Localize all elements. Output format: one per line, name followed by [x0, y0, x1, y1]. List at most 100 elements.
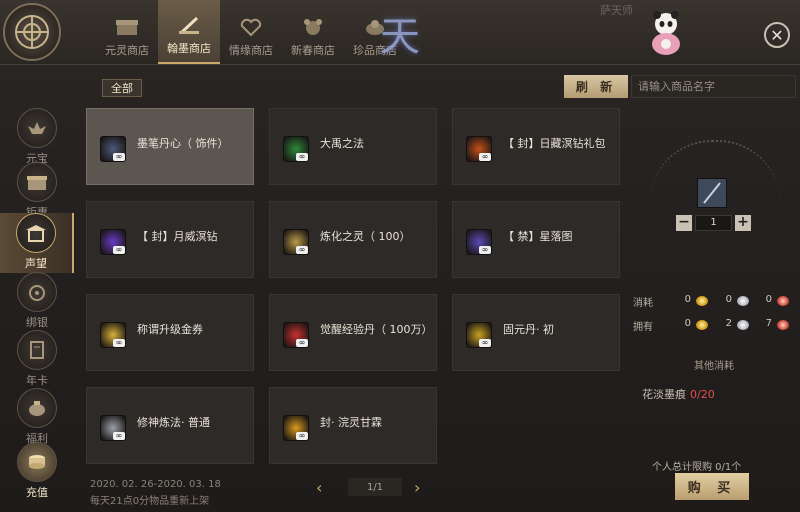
item-icon: ∞ [283, 229, 309, 255]
sidebar-item-shengwang[interactable]: 声望 [0, 213, 74, 273]
search-input[interactable] [631, 75, 796, 98]
item-name: 大禹之法 [320, 137, 364, 150]
item-icon: ∞ [466, 322, 492, 348]
item-icon: ∞ [466, 136, 492, 162]
restock-note: 每天21点0分物品重新上架 [90, 496, 210, 507]
own-red-value: 7 [765, 318, 772, 329]
tab-hanmo-shop[interactable]: 翰墨商店 [158, 0, 220, 64]
chevron-right-icon[interactable]: › [414, 478, 420, 497]
item-name: 炼化之灵（ 100） [320, 230, 411, 243]
chest-icon [114, 16, 140, 38]
silver-coin-icon [737, 296, 749, 306]
top-bar: 元灵商店 翰墨商店 情缘商店 新春商店 珍品商店 天 萨天师 ✕ [0, 0, 800, 65]
quantity-minus-button[interactable]: − [676, 215, 692, 231]
infinity-badge-icon: ∞ [296, 339, 308, 347]
infinity-badge-icon: ∞ [113, 153, 125, 161]
tab-qingyuan-shop[interactable]: 情缘商店 [220, 0, 282, 64]
mouse-icon [300, 16, 326, 38]
tab-label: 元灵商店 [105, 44, 149, 57]
red-coin-icon [777, 320, 789, 330]
bag-icon [17, 388, 57, 428]
page-indicator: 1/1 [348, 478, 402, 496]
item-card[interactable]: ∞ 【 封】月威溟钻 [86, 201, 254, 278]
item-card[interactable]: ∞ 大禹之法 [269, 108, 437, 185]
gift-box-icon [17, 162, 57, 202]
item-icon: ∞ [283, 322, 309, 348]
filter-all-button[interactable]: 全部 [102, 79, 142, 97]
item-name: 称谓升级金券 [137, 323, 203, 336]
consume-gold-value: 0 [684, 294, 691, 305]
quantity-stepper[interactable]: 1 [695, 215, 732, 231]
item-card[interactable]: ∞ 修神炼法· 普通 [86, 387, 254, 464]
item-card[interactable]: ∞ 封· 浣灵甘霖 [269, 387, 437, 464]
sidebar-item-label: 充值 [26, 486, 48, 499]
item-card[interactable]: ∞ 炼化之灵（ 100） [269, 201, 437, 278]
item-grid: ∞ 墨笔丹心（ 饰件） ∞ 大禹之法 ∞ 【 封】日藏溟钻礼包 ∞ 【 封】月威… [86, 108, 626, 470]
item-name: 【 封】月威溟钻 [137, 230, 218, 243]
item-card[interactable]: ∞ 称谓升级金券 [86, 294, 254, 371]
emblem-icon [15, 15, 49, 49]
pagination: ‹ 1/1 › [310, 476, 440, 498]
sidebar-item-chongzhi[interactable]: 充值 [4, 442, 70, 502]
sidebar-item-label: 年卡 [26, 374, 48, 387]
panda-mascot-icon [652, 11, 680, 55]
item-name: 固元丹· 初 [503, 323, 554, 336]
tab-label: 情缘商店 [229, 44, 273, 57]
tab-label: 翰墨商店 [167, 42, 211, 55]
consume-silver-value: 0 [725, 294, 732, 305]
infinity-badge-icon: ∞ [113, 246, 125, 254]
tab-xinchun-shop[interactable]: 新春商店 [282, 0, 344, 64]
game-title-art: 天 [380, 14, 420, 60]
own-gold-value: 0 [684, 318, 691, 329]
item-card[interactable]: ∞ 【 禁】星落图 [452, 201, 620, 278]
item-card[interactable]: ∞ 【 封】日藏溟钻礼包 [452, 108, 620, 185]
infinity-badge-icon: ∞ [296, 432, 308, 440]
item-icon: ∞ [100, 322, 126, 348]
card-icon [17, 330, 57, 370]
sidebar-item-nianka[interactable]: 年卡 [4, 330, 70, 390]
infinity-badge-icon: ∞ [296, 246, 308, 254]
silver-coin-icon [737, 320, 749, 330]
gold-coin-icon [696, 296, 708, 306]
refresh-button[interactable]: 刷 新 [564, 75, 628, 98]
item-icon: ∞ [283, 136, 309, 162]
item-card[interactable]: ∞ 墨笔丹心（ 饰件） [86, 108, 254, 185]
own-label: 拥有 [633, 322, 653, 333]
tab-label: 新春商店 [291, 44, 335, 57]
item-name: 觉醒经验丹（ 100万） [320, 323, 433, 336]
item-name: 封· 浣灵甘霖 [320, 416, 382, 429]
sidebar-item-yuanbao[interactable]: 元宝 [4, 108, 70, 168]
chevron-left-icon[interactable]: ‹ [316, 478, 322, 497]
coin-pouch-icon [17, 272, 57, 312]
close-button[interactable]: ✕ [764, 22, 790, 48]
infinity-badge-icon: ∞ [296, 153, 308, 161]
heart-icon [238, 16, 264, 38]
shop-window: 元灵商店 翰墨商店 情缘商店 新春商店 珍品商店 天 萨天师 ✕ 元宝 声望 绑… [0, 0, 800, 512]
infinity-badge-icon: ∞ [479, 246, 491, 254]
item-name: 【 禁】星落图 [503, 230, 573, 243]
pavilion-icon [16, 213, 56, 253]
sidebar-item-fuli[interactable]: 福利 [4, 388, 70, 448]
buy-button[interactable]: 购 买 [675, 473, 749, 500]
coin-stack-icon [17, 442, 57, 482]
infinity-badge-icon: ∞ [113, 432, 125, 440]
sidebar-item-bangyin[interactable]: 绑银 [4, 272, 70, 332]
infinity-badge-icon: ∞ [479, 339, 491, 347]
item-card[interactable]: ∞ 固元丹· 初 [452, 294, 620, 371]
watermark-text: 萨天师 [600, 4, 633, 17]
menu-emblem-button[interactable] [3, 3, 61, 61]
item-icon: ∞ [100, 229, 126, 255]
item-card[interactable]: ∞ 觉醒经验丹（ 100万） [269, 294, 437, 371]
item-icon: ∞ [466, 229, 492, 255]
sale-date-range: 2020. 02. 26-2020. 03. 18 [90, 479, 221, 490]
item-name: 修神炼法· 普通 [137, 416, 210, 429]
sidebar-item-label: 声望 [25, 257, 47, 270]
other-cost-title: 其他消耗 [694, 361, 734, 372]
other-cost-count: 0/20 [690, 388, 715, 401]
purchase-limit-text: 个人总计限购 0/1个 [652, 462, 742, 473]
item-icon: ∞ [100, 415, 126, 441]
quantity-plus-button[interactable]: + [735, 215, 751, 231]
tab-yuanling-shop[interactable]: 元灵商店 [96, 0, 158, 64]
other-cost-item: 花淡墨痕 0/20 [642, 386, 715, 402]
infinity-badge-icon: ∞ [479, 153, 491, 161]
